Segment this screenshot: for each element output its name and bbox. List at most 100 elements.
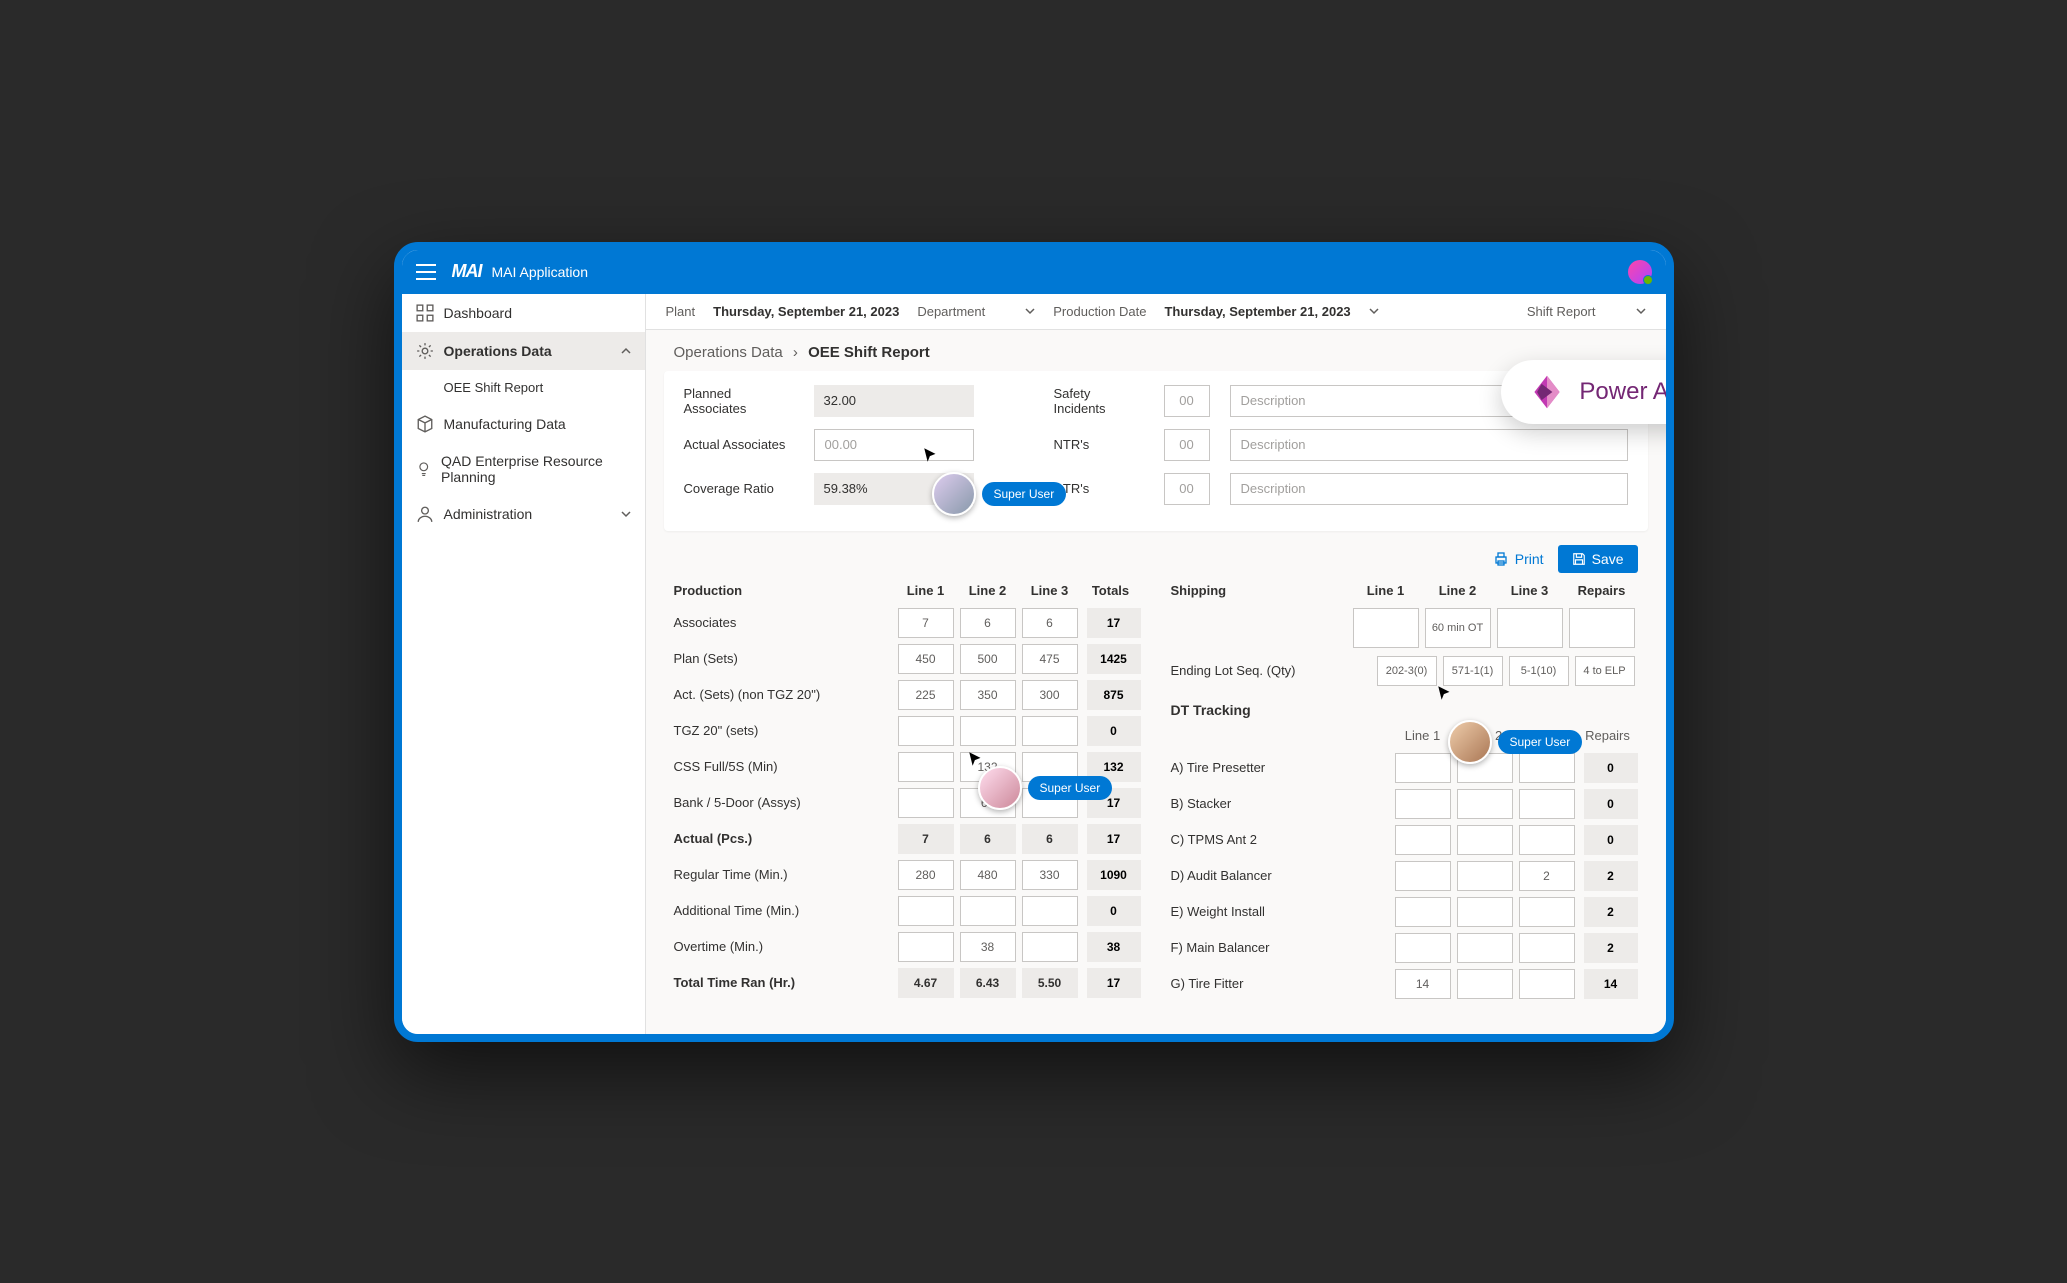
data-cell[interactable]: 6 <box>1022 608 1078 638</box>
data-cell[interactable] <box>1519 933 1575 963</box>
data-cell[interactable] <box>960 896 1016 926</box>
data-cell[interactable] <box>1519 969 1575 999</box>
data-cell[interactable] <box>1022 932 1078 962</box>
ntrs-count-input[interactable]: 00 <box>1164 429 1210 461</box>
table-row: Plan (Sets)4505004751425 <box>674 644 1141 674</box>
ending-cell[interactable]: 202-3(0) <box>1377 656 1437 686</box>
sidebar-item-label: QAD Enterprise Resource Planning <box>441 453 631 485</box>
save-button[interactable]: Save <box>1558 545 1638 573</box>
grid-icon <box>416 304 434 322</box>
hamburger-icon[interactable] <box>416 264 436 280</box>
print-button[interactable]: Print <box>1493 551 1544 567</box>
data-cell[interactable] <box>1519 897 1575 927</box>
data-cell[interactable] <box>960 716 1016 746</box>
ending-cell[interactable]: 4 to ELP <box>1575 656 1635 686</box>
data-cell[interactable]: 475 <box>1022 644 1078 674</box>
data-cell[interactable]: 2 <box>1519 861 1575 891</box>
data-cell[interactable]: 480 <box>960 860 1016 890</box>
data-cell[interactable]: 330 <box>1022 860 1078 890</box>
data-cell[interactable] <box>1022 788 1078 818</box>
data-cell[interactable]: 450 <box>898 644 954 674</box>
dtrs-desc-input[interactable]: Description <box>1230 473 1628 505</box>
sidebar-item-operations[interactable]: Operations Data <box>402 332 645 370</box>
safety-count-input[interactable]: 00 <box>1164 385 1210 417</box>
data-cell[interactable]: 132 <box>960 752 1016 782</box>
data-cell[interactable] <box>1022 896 1078 926</box>
table-row: Additional Time (Min.)0 <box>674 896 1141 926</box>
data-cell[interactable]: 7 <box>898 608 954 638</box>
data-cell[interactable]: 500 <box>960 644 1016 674</box>
data-cell[interactable] <box>1457 753 1513 783</box>
data-cell[interactable] <box>1395 753 1451 783</box>
data-cell[interactable]: 38 <box>960 932 1016 962</box>
sidebar-item-dashboard[interactable]: Dashboard <box>402 294 645 332</box>
col-header: Line 3 <box>1019 583 1081 598</box>
data-cell[interactable] <box>1457 969 1513 999</box>
col-header: Repairs <box>1566 583 1638 598</box>
breadcrumb-separator: › <box>793 344 798 361</box>
shift-dropdown[interactable]: Shift Report <box>1527 304 1646 319</box>
data-cell[interactable]: 350 <box>960 680 1016 710</box>
shipping-cell[interactable] <box>1569 608 1635 648</box>
data-cell[interactable]: 60 <box>960 788 1016 818</box>
total-cell: 0 <box>1584 825 1638 855</box>
data-cell[interactable] <box>1395 789 1451 819</box>
data-cell: 6 <box>1022 824 1078 854</box>
department-dropdown[interactable]: Department <box>917 304 1035 319</box>
data-cell[interactable] <box>1457 933 1513 963</box>
data-cell[interactable] <box>1022 716 1078 746</box>
coverage-value: 59.38% <box>814 473 974 505</box>
app-title: MAI Application <box>492 264 589 280</box>
data-cell[interactable] <box>1457 825 1513 855</box>
total-cell: 0 <box>1087 716 1141 746</box>
data-cell: 6.43 <box>960 968 1016 998</box>
data-cell[interactable] <box>1457 897 1513 927</box>
data-cell[interactable] <box>898 716 954 746</box>
ending-cell[interactable]: 571-1(1) <box>1443 656 1503 686</box>
powerapps-icon <box>1529 374 1565 410</box>
ending-cell[interactable]: 5-1(10) <box>1509 656 1569 686</box>
data-cell[interactable]: 14 <box>1395 969 1451 999</box>
data-cell[interactable]: 280 <box>898 860 954 890</box>
data-cell[interactable] <box>1022 752 1078 782</box>
data-cell[interactable]: 300 <box>1022 680 1078 710</box>
sidebar-item-manufacturing[interactable]: Manufacturing Data <box>402 405 645 443</box>
data-cell[interactable] <box>1395 897 1451 927</box>
shipping-cell[interactable] <box>1497 608 1563 648</box>
sidebar-item-admin[interactable]: Administration <box>402 495 645 533</box>
shipping-cell[interactable]: 60 min OT <box>1425 608 1491 648</box>
profile-avatar[interactable] <box>1628 260 1652 284</box>
data-cell[interactable] <box>1519 825 1575 855</box>
print-icon <box>1493 551 1509 567</box>
data-cell[interactable] <box>1457 789 1513 819</box>
data-cell[interactable] <box>1395 933 1451 963</box>
table-row: Actual (Pcs.)76617 <box>674 824 1141 854</box>
data-cell[interactable] <box>898 788 954 818</box>
sidebar-item-label: Manufacturing Data <box>444 416 566 432</box>
chevron-down-icon <box>1025 306 1035 316</box>
actual-associates-input[interactable]: 00.00 <box>814 429 974 461</box>
chevron-up-icon <box>621 343 631 359</box>
data-cell[interactable] <box>898 932 954 962</box>
powerapps-label: Power Apps <box>1579 378 1673 406</box>
ntrs-desc-input[interactable]: Description <box>1230 429 1628 461</box>
data-cell[interactable] <box>1395 825 1451 855</box>
data-cell[interactable] <box>1457 861 1513 891</box>
data-cell[interactable] <box>1519 789 1575 819</box>
sidebar-item-oee-report[interactable]: OEE Shift Report <box>402 370 645 405</box>
data-cell[interactable] <box>898 896 954 926</box>
chevron-down-icon[interactable] <box>1369 306 1379 316</box>
table-row: E) Weight Install2 <box>1171 897 1638 927</box>
data-cell[interactable] <box>1519 753 1575 783</box>
breadcrumb-parent[interactable]: Operations Data <box>674 344 783 361</box>
data-cell[interactable] <box>1395 861 1451 891</box>
logo: MAI <box>452 261 482 282</box>
data-cell[interactable]: 225 <box>898 680 954 710</box>
data-cell[interactable]: 6 <box>960 608 1016 638</box>
dtrs-count-input[interactable]: 00 <box>1164 473 1210 505</box>
data-cell[interactable] <box>898 752 954 782</box>
sidebar-item-qad[interactable]: QAD Enterprise Resource Planning <box>402 443 645 495</box>
total-cell: 17 <box>1087 968 1141 998</box>
shipping-cell[interactable] <box>1353 608 1419 648</box>
top-bar: MAI MAI Application <box>402 250 1666 294</box>
